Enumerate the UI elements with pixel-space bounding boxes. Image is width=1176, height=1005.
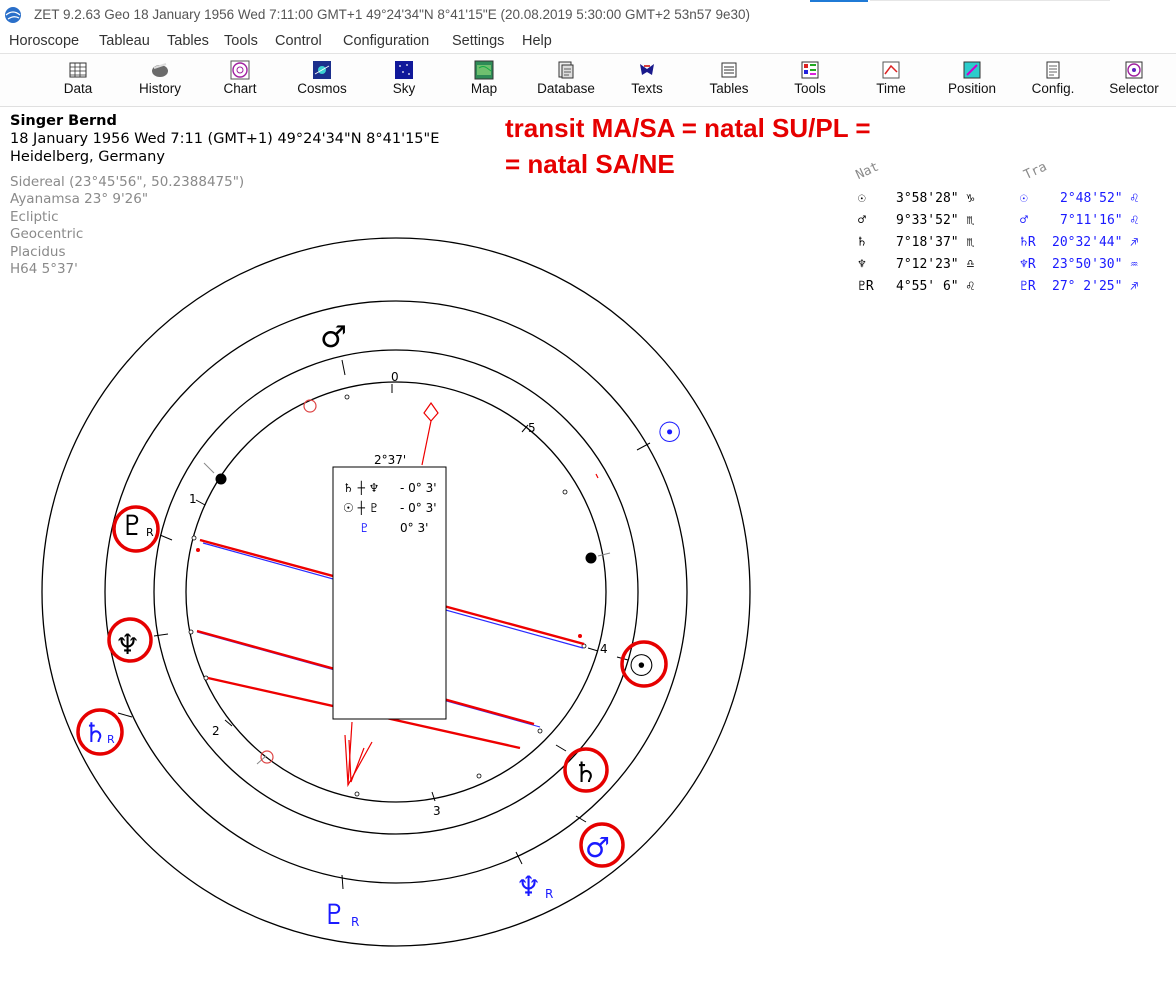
red-dot (196, 548, 200, 552)
retrograde-mark: R (545, 887, 553, 901)
filled-marker (215, 473, 227, 485)
dial-chart[interactable]: 0 1 2 3 4 5 2°37' ♄ ┼ ♆ - 0° 3' ☉ ┼ ♇ - … (0, 0, 1176, 1005)
retrograde-mark: R (107, 733, 115, 746)
midpoint-glyphs-3: ♇ (359, 521, 370, 535)
midpoint-orb-1: - 0° 3' (400, 481, 437, 495)
dial-tick-5: 5 (528, 421, 536, 435)
dial-tick-0: 0 (391, 370, 399, 384)
red-marker (303, 399, 317, 413)
dial-tick-2: 2 (212, 724, 220, 738)
midpoint-glyphs-2: ☉ ┼ ♇ (343, 500, 379, 515)
filled-marker (585, 552, 597, 564)
midpoint-orb-3: 0° 3' (400, 521, 428, 535)
red-dot (578, 634, 582, 638)
transit-pluto-icon[interactable]: ♇ (322, 898, 347, 931)
dial-tick-4: 4 (600, 642, 608, 656)
transit-saturn-icon[interactable]: ♄ (83, 718, 107, 749)
transit-neptune-icon[interactable]: ♆ (516, 870, 541, 903)
natal-pluto-icon[interactable]: ♇ (120, 509, 145, 542)
dial-tick-3: 3 (433, 804, 441, 818)
natal-saturn-icon[interactable]: ♄ (573, 756, 598, 789)
transit-sun-icon[interactable]: ☉ (657, 416, 682, 449)
dial-tick-1: 1 (189, 492, 197, 506)
natal-sun-icon[interactable]: ☉ (628, 649, 655, 684)
retrograde-mark: R (146, 526, 154, 539)
midpoint-glyphs-1: ♄ ┼ ♆ (343, 480, 379, 495)
retrograde-mark: R (351, 915, 359, 929)
natal-mars-icon[interactable]: ♂ (320, 320, 347, 355)
red-tick (595, 473, 599, 479)
midpoint-orb-2: - 0° 3' (400, 501, 437, 515)
dial-arc-label: 2°37' (374, 453, 406, 467)
